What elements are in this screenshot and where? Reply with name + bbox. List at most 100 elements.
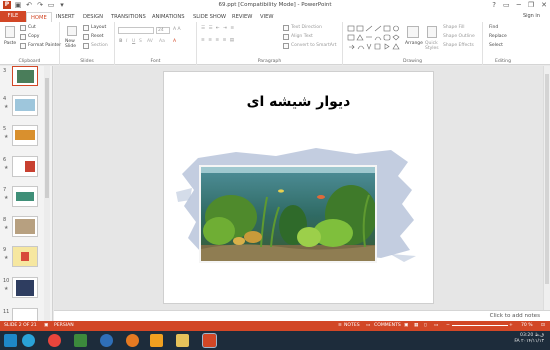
align-text-icon[interactable] xyxy=(283,34,289,40)
notes-icon[interactable]: ≡ xyxy=(338,323,342,328)
language-indicator[interactable]: PERSIAN xyxy=(54,323,74,328)
cut-button[interactable]: Cut xyxy=(28,25,36,30)
font-color-icon[interactable]: A xyxy=(173,39,176,44)
text-direction-icon[interactable] xyxy=(283,25,289,31)
telegram-icon[interactable] xyxy=(22,334,35,347)
shape-outline-button[interactable]: Shape Outline xyxy=(443,34,475,39)
reset-icon[interactable] xyxy=(83,34,89,40)
slide-thumbnail[interactable] xyxy=(12,125,38,146)
strikethrough-icon[interactable]: S xyxy=(139,39,142,44)
bullets-icon[interactable]: ☰ ☰ ⇤ ⇥ ≡ xyxy=(201,26,235,31)
arrange-button[interactable]: Arrange xyxy=(405,41,423,46)
reset-button[interactable]: Reset xyxy=(91,34,104,39)
cut-icon[interactable] xyxy=(20,25,26,31)
section-button[interactable]: Section xyxy=(91,43,108,48)
tab-file[interactable]: FILE xyxy=(0,11,26,22)
smartart-icon[interactable] xyxy=(283,43,289,49)
help-button[interactable]: ? xyxy=(492,1,496,9)
select-button[interactable]: Select xyxy=(489,43,503,48)
align-icon[interactable]: ≡ ≡ ≡ ≡ ▤ xyxy=(201,38,235,43)
tray-date[interactable]: ۲۰۱۴/۱۱/۱۳ xyxy=(521,339,544,344)
keyboard-language[interactable]: FA xyxy=(514,339,519,344)
format-painter-icon[interactable] xyxy=(20,43,26,49)
tab-transitions[interactable]: TRANSITIONS xyxy=(111,12,146,22)
shape-fill-button[interactable]: Shape Fill xyxy=(443,25,465,30)
shapes-gallery[interactable] xyxy=(347,25,401,53)
slide-sorter-icon[interactable]: ▦ xyxy=(414,323,418,328)
reading-view-icon[interactable]: ▯ xyxy=(424,323,427,328)
slide-thumbnail[interactable] xyxy=(12,95,38,116)
paste-button[interactable]: Paste xyxy=(4,41,16,46)
char-spacing-icon[interactable]: AV xyxy=(147,39,153,44)
zoom-slider[interactable] xyxy=(452,325,508,326)
close-button[interactable]: ✕ xyxy=(541,1,547,9)
zoom-level[interactable]: 70 % xyxy=(521,323,533,328)
new-slide-icon[interactable] xyxy=(67,26,77,36)
quick-styles-icon[interactable] xyxy=(427,26,437,38)
chrome-icon[interactable] xyxy=(48,334,61,347)
shape-effects-button[interactable]: Shape Effects xyxy=(443,43,474,48)
slide-thumbnail[interactable] xyxy=(12,246,38,267)
layout-button[interactable]: Layout xyxy=(91,25,106,30)
firefox-icon[interactable] xyxy=(126,334,139,347)
replace-button[interactable]: Replace xyxy=(489,34,507,39)
tab-design[interactable]: DESIGN xyxy=(83,12,103,22)
underline-icon[interactable]: U xyxy=(132,39,135,44)
layout-icon[interactable] xyxy=(83,25,89,31)
bold-icon[interactable]: B xyxy=(119,39,122,44)
current-slide[interactable]: دیوار شیشه ای xyxy=(163,71,434,304)
comments-icon[interactable]: ▭ xyxy=(366,323,370,328)
zoom-in-icon[interactable]: + xyxy=(509,323,513,328)
restore-button[interactable]: ❐ xyxy=(528,1,534,9)
slide-thumbnail[interactable] xyxy=(12,277,38,298)
text-direction-button[interactable]: Text Direction xyxy=(291,25,322,30)
align-text-button[interactable]: Align Text xyxy=(291,34,313,39)
paste-icon[interactable] xyxy=(5,26,15,38)
comments-toggle[interactable]: COMMENTS xyxy=(374,323,401,328)
copy-button[interactable]: Copy xyxy=(28,34,39,39)
new-slide-button[interactable]: New Slide xyxy=(65,39,81,49)
format-painter-button[interactable]: Format Painter xyxy=(28,43,61,48)
start-button-icon[interactable] xyxy=(4,334,17,347)
font-name-select[interactable] xyxy=(118,27,154,34)
minimize-button[interactable]: ─ xyxy=(517,1,521,9)
slideshow-view-icon[interactable]: ▭ xyxy=(434,323,438,328)
zoom-out-icon[interactable]: − xyxy=(446,323,450,328)
arrange-icon[interactable] xyxy=(407,26,419,38)
italic-icon[interactable]: I xyxy=(126,39,127,44)
slide-thumbnail[interactable] xyxy=(12,216,38,237)
quick-styles-button[interactable]: Quick Styles xyxy=(425,41,439,51)
notes-placeholder[interactable]: Click to add notes xyxy=(490,313,540,319)
copy-icon[interactable] xyxy=(20,34,26,40)
slide-title[interactable]: دیوار شیشه ای xyxy=(164,94,433,110)
network-app-icon[interactable] xyxy=(100,334,113,347)
file-explorer-icon[interactable] xyxy=(176,334,189,347)
app-icon[interactable] xyxy=(74,334,87,347)
ribbon-display-icon[interactable]: ▭ xyxy=(503,1,510,9)
notes-pane[interactable]: Click to add notes xyxy=(54,310,550,321)
section-icon[interactable] xyxy=(83,43,89,49)
normal-view-icon[interactable]: ▣ xyxy=(404,323,408,328)
powerpoint-taskbar-icon[interactable] xyxy=(202,333,217,348)
tab-review[interactable]: REVIEW xyxy=(232,12,252,22)
tab-animations[interactable]: ANIMATIONS xyxy=(152,12,185,22)
spellcheck-icon[interactable]: ▣ xyxy=(44,323,48,328)
sign-in-link[interactable]: Sign in xyxy=(523,13,540,19)
slide-thumbnail[interactable] xyxy=(12,186,38,207)
aquarium-photo[interactable] xyxy=(199,165,377,263)
tab-home[interactable]: HOME xyxy=(26,12,52,22)
tab-slide-show[interactable]: SLIDE SHOW xyxy=(193,12,226,22)
media-player-icon[interactable] xyxy=(150,334,163,347)
slide-scrollbar[interactable] xyxy=(543,66,550,310)
font-size-select[interactable]: 24 xyxy=(156,27,170,34)
slide-thumbnail[interactable] xyxy=(12,66,38,86)
tab-insert[interactable]: INSERT xyxy=(56,12,74,22)
find-button[interactable]: Find xyxy=(489,25,498,30)
thumbnails-scrollbar[interactable] xyxy=(44,66,50,321)
grow-font-icon[interactable]: A A xyxy=(173,27,181,32)
tab-view[interactable]: VIEW xyxy=(260,12,274,22)
slide-thumbnail[interactable] xyxy=(12,156,38,177)
convert-smartart-button[interactable]: Convert to SmartArt xyxy=(291,43,336,48)
change-case-icon[interactable]: Aa xyxy=(159,39,165,44)
notes-toggle[interactable]: NOTES xyxy=(344,323,360,328)
